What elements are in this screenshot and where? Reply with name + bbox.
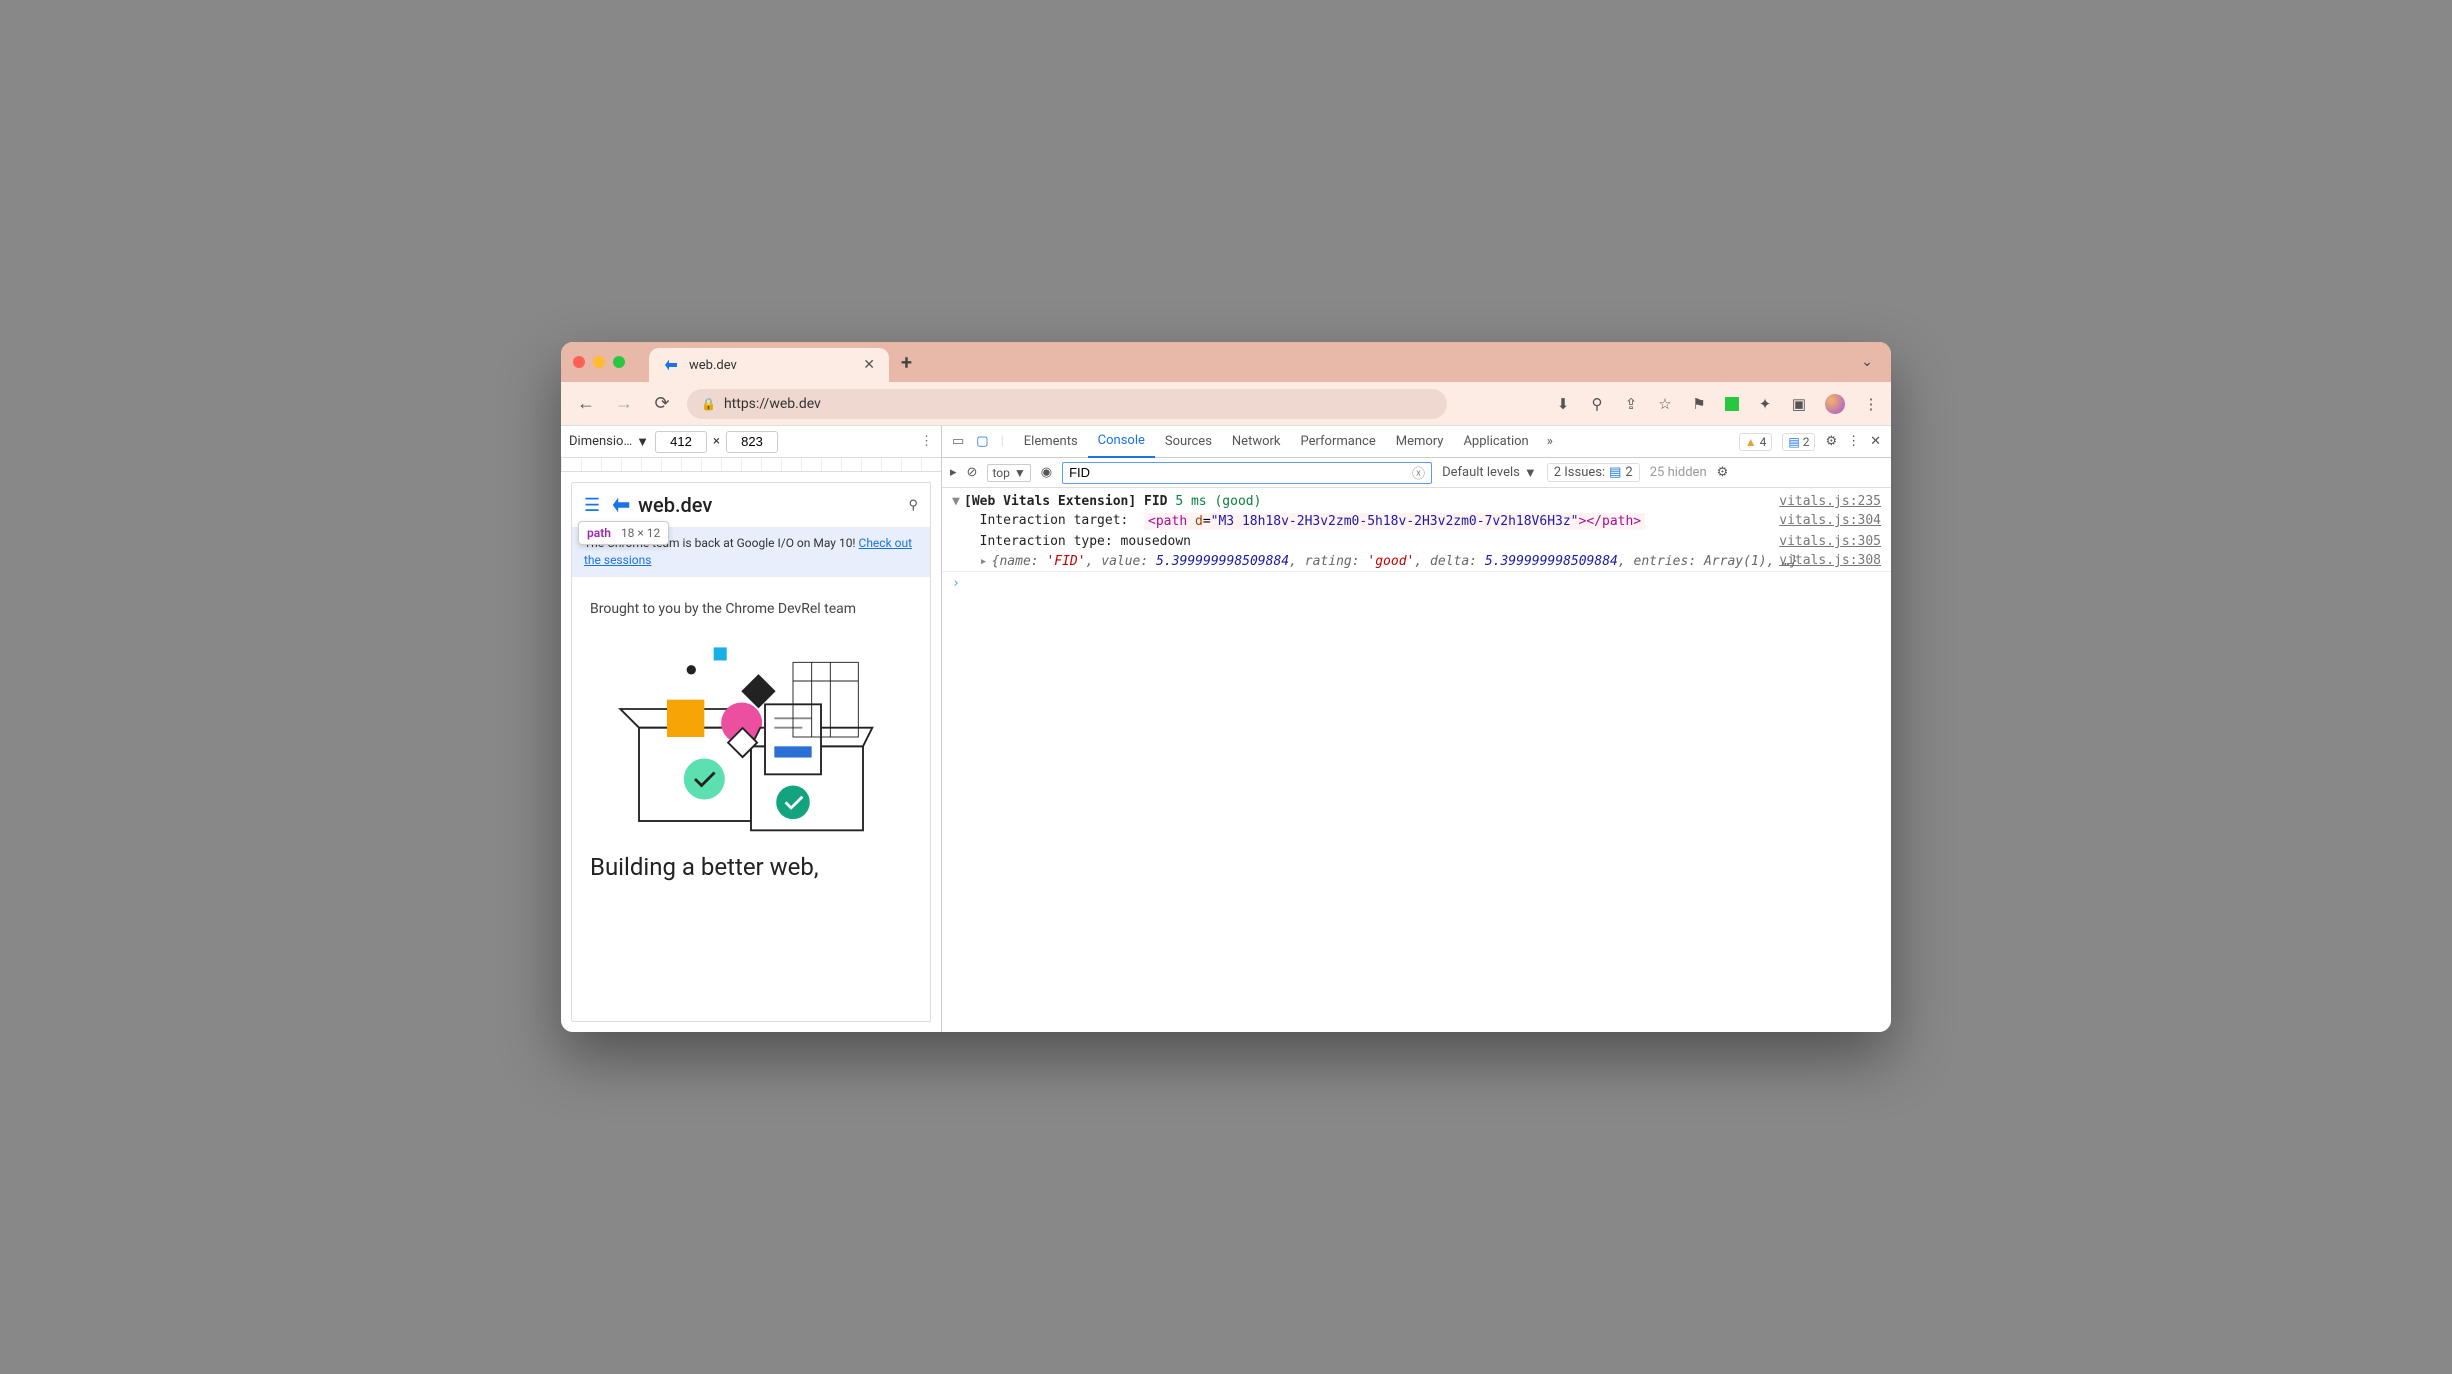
context-select[interactable]: top ▼ <box>987 464 1030 482</box>
side-panel-icon[interactable]: ▣ <box>1791 395 1807 413</box>
source-link-3[interactable]: vitals.js:305 <box>1759 534 1881 549</box>
dim-sep: × <box>713 434 720 449</box>
inspect-element-button[interactable]: ▭ <box>952 434 964 449</box>
settings-icon[interactable]: ⚙ <box>1825 434 1837 449</box>
back-button[interactable]: ← <box>573 393 599 414</box>
tab-strip: web.dev ✕ + ⌄ <box>561 342 1891 382</box>
tab-sources[interactable]: Sources <box>1155 426 1222 458</box>
devtools-more-icon[interactable]: ⋮ <box>1847 434 1860 449</box>
browser-toolbar: ← → ⟳ 🔒 https://web.dev ⬇ ⚲ ⇪ ☆ ⚑ ✦ ▣ ⋮ <box>561 382 1891 426</box>
search-icon[interactable]: ⚲ <box>908 498 918 513</box>
html-snippet: <path d="M3 18h18v-2H3v2zm0-5h18v-2H3v2z… <box>1144 513 1645 530</box>
clear-console-button[interactable]: ⊘ <box>967 465 978 480</box>
star-icon[interactable]: ☆ <box>1657 395 1673 413</box>
share-icon[interactable]: ⇪ <box>1623 395 1639 413</box>
zoom-icon[interactable]: ⚲ <box>1589 395 1605 413</box>
toggle-sidebar-button[interactable]: ▸ <box>950 465 957 480</box>
page-header: ☰ web.dev ⚲ path 18 × 12 <box>572 483 930 527</box>
content-area: Dimensio…▼ × ⋮ ☰ web.dev ⚲ <box>561 426 1891 1032</box>
tab-elements[interactable]: Elements <box>1014 426 1088 458</box>
byline: Brought to you by the Chrome DevRel team <box>572 577 930 627</box>
reload-button[interactable]: ⟳ <box>649 393 675 414</box>
tab-performance[interactable]: Performance <box>1291 426 1386 458</box>
console-prompt[interactable]: › <box>942 571 1891 595</box>
tab-title: web.dev <box>689 358 853 373</box>
site-logo[interactable]: web.dev <box>610 493 712 517</box>
live-expression-button[interactable]: ◉ <box>1041 465 1052 480</box>
fullscreen-window-button[interactable] <box>613 356 625 368</box>
tab-console[interactable]: Console <box>1088 426 1155 458</box>
minimize-window-button[interactable] <box>593 356 605 368</box>
filter-input[interactable]: ⓧ <box>1062 462 1432 484</box>
log-line-4-obj[interactable]: ▸ {name: 'FID', value: 5.399999998509884… <box>942 552 1891 571</box>
issues-badge[interactable]: ▤2 <box>1782 433 1815 451</box>
tab-application[interactable]: Application <box>1453 426 1538 458</box>
toggle-device-button[interactable]: ▢ <box>976 434 988 449</box>
browser-window: web.dev ✕ + ⌄ ← → ⟳ 🔒 https://web.dev ⬇ … <box>561 342 1891 1032</box>
more-tabs-button[interactable]: » <box>1539 434 1561 449</box>
inspect-tooltip: path 18 × 12 <box>578 521 669 545</box>
dimensions-bar: Dimensio…▼ × ⋮ <box>561 426 941 458</box>
dimensions-select[interactable]: Dimensio…▼ <box>569 434 649 450</box>
close-window-button[interactable] <box>573 356 585 368</box>
address-bar[interactable]: 🔒 https://web.dev <box>687 389 1447 419</box>
close-devtools-button[interactable]: ✕ <box>1870 434 1881 449</box>
emulated-viewport: ☰ web.dev ⚲ path 18 × 12 The Chrome team… <box>561 472 941 1032</box>
webdev-logo-icon <box>610 494 632 516</box>
hero-illustration <box>572 627 930 847</box>
device-mode-panel: Dimensio…▼ × ⋮ ☰ web.dev ⚲ <box>561 426 941 1032</box>
tab-search-button[interactable]: ⌄ <box>1861 354 1873 370</box>
log-levels-select[interactable]: Default levels ▼ <box>1442 465 1537 481</box>
console-settings-icon[interactable]: ⚙ <box>1717 465 1729 480</box>
extensions-icon[interactable]: ✦ <box>1757 395 1773 413</box>
log-line-2[interactable]: Interaction target: <path d="M3 18h18v-2… <box>942 511 1891 532</box>
lock-icon: 🔒 <box>701 397 716 411</box>
webdev-favicon-icon <box>663 357 679 373</box>
tab-network[interactable]: Network <box>1222 426 1291 458</box>
extension-square-icon[interactable] <box>1725 397 1739 411</box>
download-icon[interactable]: ⬇ <box>1555 395 1571 413</box>
height-input[interactable] <box>726 431 778 453</box>
avatar-icon[interactable] <box>1825 394 1845 414</box>
warnings-badge[interactable]: ▲4 <box>1739 433 1773 451</box>
forward-button[interactable]: → <box>611 393 637 414</box>
console-toolbar: ▸ ⊘ top ▼ ◉ ⓧ Default levels ▼ 2 Issues:… <box>942 458 1891 488</box>
tooltip-element: path <box>587 526 611 540</box>
devtools-panel: ▭ ▢ | Elements Console Sources Network P… <box>941 426 1891 1032</box>
log-line-3[interactable]: Interaction type: mousedown vitals.js:30… <box>942 532 1891 551</box>
tooltip-size: 18 × 12 <box>621 526 660 540</box>
flag-icon[interactable]: ⚑ <box>1691 395 1707 413</box>
menu-icon[interactable]: ☰ <box>584 495 600 516</box>
page-frame: ☰ web.dev ⚲ path 18 × 12 The Chrome team… <box>571 482 931 1022</box>
browser-tab[interactable]: web.dev ✕ <box>649 348 889 382</box>
devtools-tab-bar: ▭ ▢ | Elements Console Sources Network P… <box>942 426 1891 458</box>
ruler <box>561 458 941 472</box>
source-link-1[interactable]: vitals.js:235 <box>1759 494 1881 509</box>
log-line-1[interactable]: ▼ [Web Vitals Extension] FID 5 ms (good)… <box>942 492 1891 511</box>
source-link-2[interactable]: vitals.js:304 <box>1759 513 1881 530</box>
issues-link[interactable]: 2 Issues: ▤ 2 <box>1547 463 1640 482</box>
console-output: ▼ [Web Vitals Extension] FID 5 ms (good)… <box>942 488 1891 1032</box>
hidden-count: 25 hidden <box>1650 465 1707 480</box>
hero-headline: Building a better web, <box>572 847 930 887</box>
more-icon[interactable]: ⋮ <box>1863 395 1879 413</box>
tab-memory[interactable]: Memory <box>1386 426 1454 458</box>
clear-filter-button[interactable]: ⓧ <box>1412 463 1425 482</box>
new-tab-button[interactable]: + <box>901 350 912 374</box>
window-controls <box>573 356 625 368</box>
close-tab-button[interactable]: ✕ <box>863 357 875 373</box>
device-mode-more-button[interactable]: ⋮ <box>920 434 933 449</box>
toolbar-actions: ⬇ ⚲ ⇪ ☆ ⚑ ✦ ▣ ⋮ <box>1555 394 1879 414</box>
url-text: https://web.dev <box>724 396 821 412</box>
width-input[interactable] <box>655 431 707 453</box>
